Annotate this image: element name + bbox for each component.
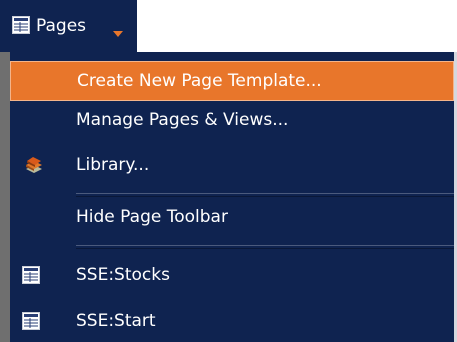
menu-separator xyxy=(76,245,454,249)
menu-item-label: Create New Page Template... xyxy=(77,71,322,91)
menu-item-label: Library... xyxy=(76,155,150,175)
menu-item-sse-stocks[interactable]: SSE:Stocks xyxy=(10,255,454,295)
pages-menu-button[interactable]: Pages xyxy=(0,0,137,52)
menu-icon-gutter xyxy=(0,52,10,342)
caret-down-icon xyxy=(113,22,123,37)
menu-item-hide-page-toolbar[interactable]: Hide Page Toolbar xyxy=(10,197,454,237)
pages-dropdown-menu: Create New Page Template... Manage Pages… xyxy=(0,52,457,342)
book-stack-icon xyxy=(24,155,44,180)
menu-item-sse-start[interactable]: SSE:Start xyxy=(10,301,454,341)
menu-item-label: Hide Page Toolbar xyxy=(76,207,228,227)
page-table-icon xyxy=(12,16,30,39)
menu-item-create-new-page-template[interactable]: Create New Page Template... xyxy=(10,61,454,101)
menu-item-label: SSE:Start xyxy=(76,311,156,331)
page-table-icon xyxy=(22,266,40,289)
menu-item-library[interactable]: Library... xyxy=(10,145,454,185)
menu-item-manage-pages-views[interactable]: Manage Pages & Views... xyxy=(10,100,454,140)
page-table-icon xyxy=(22,312,40,335)
pages-menu-label: Pages xyxy=(36,16,87,36)
menu-item-label: Manage Pages & Views... xyxy=(76,110,289,130)
menu-item-label: SSE:Stocks xyxy=(76,265,170,285)
